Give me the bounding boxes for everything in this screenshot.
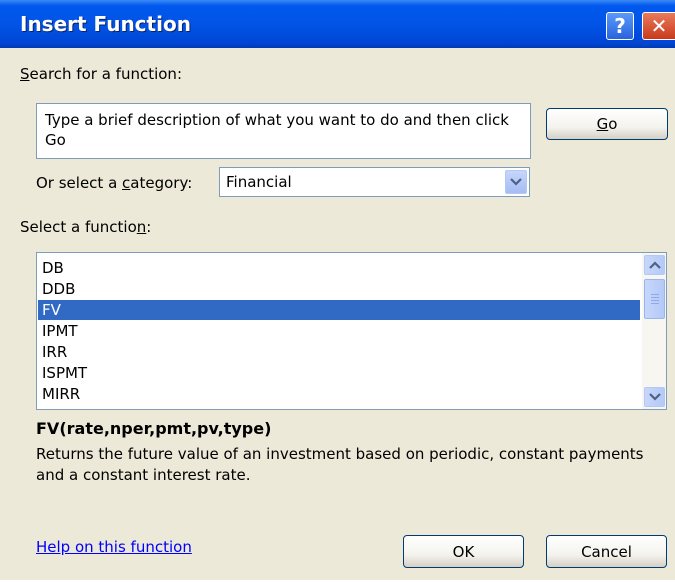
function-syntax: FV(rate,nper,pmt,pv,type) <box>36 419 272 438</box>
help-title-button[interactable]: ? <box>606 12 634 40</box>
search-label: Search for a function: <box>20 65 182 83</box>
function-description: Returns the future value of an investmen… <box>36 445 644 484</box>
list-item[interactable]: DB <box>38 258 640 278</box>
list-item[interactable]: ISPMT <box>38 363 640 383</box>
title-bar[interactable]: Insert Function ? ✕ <box>0 0 675 48</box>
close-icon: ✕ <box>650 14 668 38</box>
search-input[interactable]: Type a brief description of what you wan… <box>36 103 531 159</box>
ok-button[interactable]: OK <box>403 535 524 568</box>
vertical-scrollbar[interactable] <box>642 253 666 409</box>
function-list-label: Select a function: <box>20 218 152 236</box>
insert-function-dialog: Insert Function ? ✕ Search for a functio… <box>0 0 675 582</box>
list-item[interactable]: MIRR <box>38 384 640 404</box>
list-item-selected[interactable]: FV <box>38 300 640 320</box>
scroll-up-button[interactable] <box>644 255 665 275</box>
chevron-up-icon <box>648 261 661 269</box>
category-value: Financial <box>226 173 292 191</box>
dialog-title: Insert Function <box>20 12 191 36</box>
help-on-function-link[interactable]: Help on this function <box>36 538 192 556</box>
list-item[interactable]: IRR <box>38 342 640 362</box>
chevron-down-icon <box>648 393 661 401</box>
list-item[interactable]: IPMT <box>38 321 640 341</box>
list-item[interactable]: DDB <box>38 279 640 299</box>
go-button[interactable]: Go <box>546 108 668 140</box>
close-title-button[interactable]: ✕ <box>642 12 675 40</box>
category-select[interactable]: Financial <box>219 167 530 197</box>
scroll-thumb[interactable] <box>644 279 665 319</box>
scroll-down-button[interactable] <box>644 387 665 407</box>
function-listbox[interactable]: DB DDB FV IPMT IRR ISPMT MIRR <box>36 252 667 410</box>
chevron-down-icon <box>510 178 522 186</box>
category-dropdown-button[interactable] <box>505 170 527 194</box>
help-icon: ? <box>614 14 626 38</box>
cancel-button[interactable]: Cancel <box>546 535 667 568</box>
category-label: Or select a category: <box>36 174 193 192</box>
